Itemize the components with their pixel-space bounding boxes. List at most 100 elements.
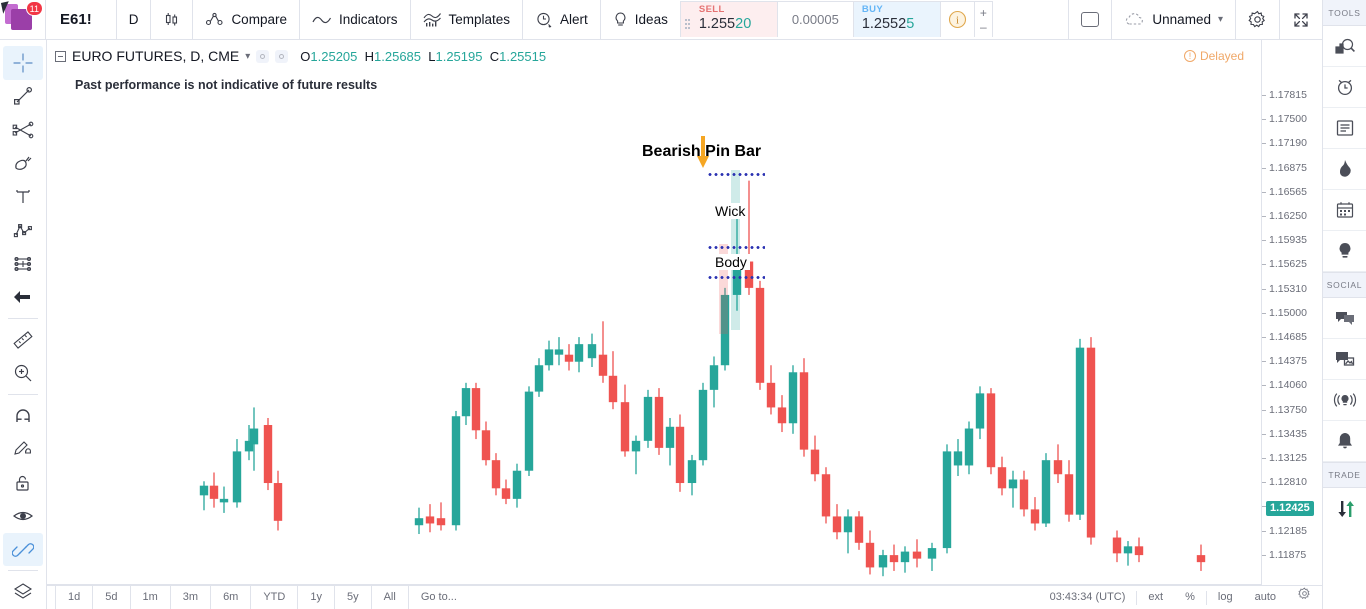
compare-button[interactable]: Compare [193, 0, 300, 39]
toolbar-divider [8, 318, 38, 319]
text-tool-icon[interactable] [3, 180, 43, 214]
candle [953, 439, 963, 476]
calendar-icon[interactable] [1322, 190, 1366, 231]
save-layout-button[interactable]: Unnamed ▾ [1112, 0, 1236, 39]
interval-button[interactable]: D [117, 0, 152, 39]
bell-icon[interactable] [1322, 421, 1366, 462]
ruler-icon[interactable] [3, 323, 43, 357]
pitchfork-icon[interactable] [3, 113, 43, 147]
alert-button[interactable]: Alert [523, 0, 601, 39]
candle [889, 544, 899, 571]
alarm-clock-icon[interactable] [1322, 67, 1366, 108]
trade-arrows-icon[interactable] [1323, 488, 1366, 529]
candle [534, 358, 544, 397]
candle [512, 463, 522, 508]
price-tick: 1.12810 [1262, 476, 1322, 489]
tools-section-label: TOOLS [1322, 0, 1366, 26]
ticket-info-button[interactable]: i [939, 2, 974, 37]
chart-type-button[interactable] [151, 0, 194, 39]
log-toggle[interactable]: log [1207, 586, 1244, 609]
chart-settings-button[interactable] [1236, 0, 1280, 39]
drawing-mode-icon[interactable] [3, 432, 43, 466]
screener-icon[interactable] [1322, 26, 1366, 67]
price-axis[interactable]: 1.17815 1.17500 1.17190 1.16875 1.16565 1.162… [1262, 40, 1322, 585]
arrow-marker-icon[interactable] [3, 281, 43, 315]
chart-symbol-title[interactable]: EURO FUTURES, D, CME [72, 48, 239, 64]
price-plot[interactable]: Bearish Pin Bar Wick Body [47, 40, 1262, 585]
chart-container[interactable]: EURO FUTURES, D, CME ▾ O1.25205 H1.25685… [47, 40, 1322, 609]
price-tick: 1.14685 [1262, 331, 1322, 344]
clock-label[interactable]: 03:43:34 (UTC) [1039, 586, 1137, 609]
hotlist-flame-icon[interactable] [1322, 149, 1366, 190]
range-button-all[interactable]: All [372, 586, 409, 609]
collapse-legend-icon[interactable] [55, 50, 66, 62]
annotation-title: Bearish Pin Bar [642, 143, 762, 160]
buy-price-int: 1.2552 [861, 16, 907, 32]
chart-properties-button[interactable] [1287, 586, 1322, 609]
chat-icon[interactable] [1322, 298, 1366, 339]
sell-price-int: 1.255 [698, 16, 736, 32]
price-tick: 1.16875 [1262, 162, 1322, 175]
fullscreen-button[interactable] [1280, 0, 1322, 39]
eye-icon[interactable] [3, 499, 43, 533]
buy-button[interactable]: BUY 1.25525 [853, 2, 940, 37]
range-button-3m[interactable]: 3m [171, 586, 212, 609]
delayed-badge[interactable]: ! Delayed [1183, 49, 1244, 63]
candle [219, 486, 229, 513]
chevron-down-icon[interactable]: ▾ [245, 51, 250, 62]
sell-price: 1.25520 [699, 16, 766, 32]
range-button-5d[interactable]: 5d [93, 586, 131, 609]
templates-button[interactable]: Templates [411, 0, 524, 39]
ideas-button[interactable]: Ideas [601, 0, 680, 39]
lock-icon[interactable] [3, 466, 43, 500]
brush-icon[interactable] [3, 147, 43, 181]
delayed-label: Delayed [1199, 49, 1244, 63]
qty-decrease-button[interactable]: – [975, 20, 992, 34]
notification-badge[interactable]: 11 [25, 1, 43, 16]
app-logo[interactable]: 11 [0, 0, 46, 39]
ideas-bulb-icon [613, 11, 628, 29]
legend-eye-toggle[interactable] [256, 49, 270, 63]
broadcast-icon[interactable] [1322, 380, 1366, 421]
price-tick: 1.11875 [1262, 549, 1322, 562]
ideas-bulb-icon[interactable] [1322, 231, 1366, 272]
layers-icon[interactable] [3, 575, 43, 609]
legend-settings-toggle[interactable] [275, 49, 289, 63]
price-tick-label: 1.17190 [1269, 137, 1307, 150]
candle [501, 479, 511, 505]
ext-toggle[interactable]: ext [1137, 586, 1174, 609]
auto-toggle[interactable]: auto [1244, 586, 1287, 609]
range-button-1y[interactable]: 1y [298, 586, 335, 609]
watchlist-icon[interactable] [1322, 108, 1366, 149]
ticket-drag-handle[interactable] [680, 2, 691, 37]
chevron-down-icon[interactable]: ▾ [1218, 14, 1223, 25]
price-tick-label: 1.13435 [1269, 427, 1307, 440]
last-price-badge[interactable]: 1.12425 [1266, 501, 1314, 517]
sell-button[interactable]: SELL 1.25520 [690, 2, 777, 37]
chat-image-icon[interactable] [1322, 339, 1366, 380]
range-button-1m[interactable]: 1m [131, 586, 171, 609]
candle [643, 389, 653, 448]
indicators-button[interactable]: Indicators [300, 0, 411, 39]
crosshair-icon[interactable] [3, 46, 43, 80]
range-button-6m[interactable]: 6m [211, 586, 252, 609]
zoom-in-icon[interactable] [3, 356, 43, 390]
range-button-1d[interactable]: 1d [55, 586, 94, 609]
go-to-button[interactable]: Go to... [409, 586, 469, 609]
range-button-5y[interactable]: 5y [335, 586, 372, 609]
forecast-icon[interactable] [3, 247, 43, 281]
trend-line-icon[interactable] [3, 80, 43, 114]
candle [273, 470, 283, 531]
object-tree-icon[interactable] [3, 532, 43, 567]
candle [788, 365, 798, 434]
price-tick-label: 1.14060 [1269, 379, 1307, 392]
pattern-icon[interactable] [3, 214, 43, 248]
magnet-icon[interactable] [3, 399, 43, 433]
range-button-ytd[interactable]: YTD [251, 586, 299, 609]
qty-increase-button[interactable]: + [975, 6, 992, 20]
candle [1196, 544, 1206, 571]
symbol-button[interactable]: E61! [46, 0, 117, 39]
layout-button[interactable] [1068, 0, 1113, 39]
percent-toggle[interactable]: % [1174, 586, 1206, 609]
ticket-qty-stepper[interactable]: + – [973, 2, 992, 37]
